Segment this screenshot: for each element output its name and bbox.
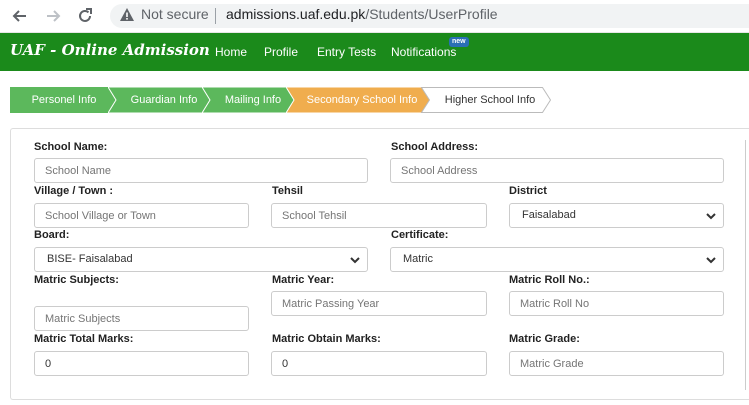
tehsil-label: Tehsil	[272, 185, 303, 197]
url-host: admissions.uaf.edu.pk	[226, 6, 366, 22]
matric-subjects-label: Matric Subjects:	[34, 274, 119, 286]
certificate-selected: Matric	[403, 253, 433, 265]
matric-grade-input[interactable]	[509, 351, 724, 376]
reload-icon	[79, 8, 92, 22]
district-selected: Faisalabad	[522, 209, 576, 221]
school-name-label: School Name:	[34, 141, 108, 153]
arrow-right-icon	[47, 10, 61, 22]
village-label: Village / Town :	[34, 185, 114, 197]
step-label: Mailing Info	[224, 94, 282, 106]
certificate-label: Certificate:	[391, 229, 449, 241]
chevron-down-icon	[350, 257, 360, 264]
step-higher-school-info[interactable]: Higher School Info	[421, 87, 551, 113]
browser-toolbar: Not secure admissions.uaf.edu.pk/Student…	[0, 0, 749, 33]
step-label: Higher School Info	[444, 94, 536, 106]
step-personel-info[interactable]: Personel Info	[10, 87, 118, 113]
back-button[interactable]	[10, 6, 30, 26]
reload-button[interactable]	[75, 6, 95, 26]
school-address-label: School Address:	[391, 141, 478, 153]
step-mailing-info[interactable]: Mailing Info	[202, 87, 296, 113]
matric-obtain-input[interactable]	[271, 351, 487, 376]
arrow-left-icon	[12, 10, 26, 22]
board-selected: BISE- Faisalabad	[47, 253, 133, 265]
matric-subjects-input[interactable]	[34, 306, 249, 331]
nav-profile[interactable]: Profile	[264, 45, 298, 59]
school-name-input[interactable]	[34, 158, 368, 183]
panel-scrollbar[interactable]	[745, 140, 746, 390]
top-navbar: UAF - Online Admission Home Profile Entr…	[0, 33, 749, 71]
board-label: Board:	[34, 229, 70, 241]
matric-total-label: Matric Total Marks:	[34, 333, 134, 345]
nav-notifications[interactable]: Notifications	[391, 45, 456, 59]
school-address-input[interactable]	[390, 158, 724, 183]
step-label: Guardian Info	[130, 94, 198, 106]
tehsil-input[interactable]	[271, 203, 487, 228]
matric-year-label: Matric Year:	[272, 274, 335, 286]
matric-roll-input[interactable]	[509, 291, 724, 316]
chevron-down-icon	[706, 257, 716, 264]
nav-home[interactable]: Home	[215, 45, 247, 59]
matric-roll-label: Matric Roll No.:	[509, 274, 590, 286]
chevron-down-icon	[706, 213, 716, 220]
step-secondary-school-info[interactable]: Secondary School Info	[286, 87, 430, 113]
url-path: /Students/UserProfile	[365, 6, 498, 22]
step-guardian-info[interactable]: Guardian Info	[108, 87, 212, 113]
board-select[interactable]: BISE- Faisalabad	[34, 247, 368, 272]
step-label: Secondary School Info	[306, 94, 418, 106]
forward-button[interactable]	[43, 6, 63, 26]
matric-year-input[interactable]	[271, 291, 487, 316]
matric-grade-label: Matric Grade:	[509, 333, 580, 345]
address-separator	[215, 8, 216, 24]
matric-total-input[interactable]	[34, 351, 249, 376]
warning-icon[interactable]	[119, 7, 135, 23]
district-select[interactable]: Faisalabad	[509, 203, 724, 228]
nav-entry-tests[interactable]: Entry Tests	[317, 45, 376, 59]
security-label[interactable]: Not secure	[141, 6, 209, 22]
certificate-select[interactable]: Matric	[390, 247, 724, 272]
notifications-badge: new	[449, 37, 469, 47]
step-label: Personel Info	[31, 94, 97, 106]
district-label: District	[509, 185, 547, 197]
brand-logo[interactable]: UAF - Online Admission	[10, 41, 210, 59]
village-input[interactable]	[34, 203, 249, 228]
matric-obtain-label: Matric Obtain Marks:	[272, 333, 381, 345]
url-text[interactable]: admissions.uaf.edu.pk/Students/UserProfi…	[226, 6, 498, 22]
